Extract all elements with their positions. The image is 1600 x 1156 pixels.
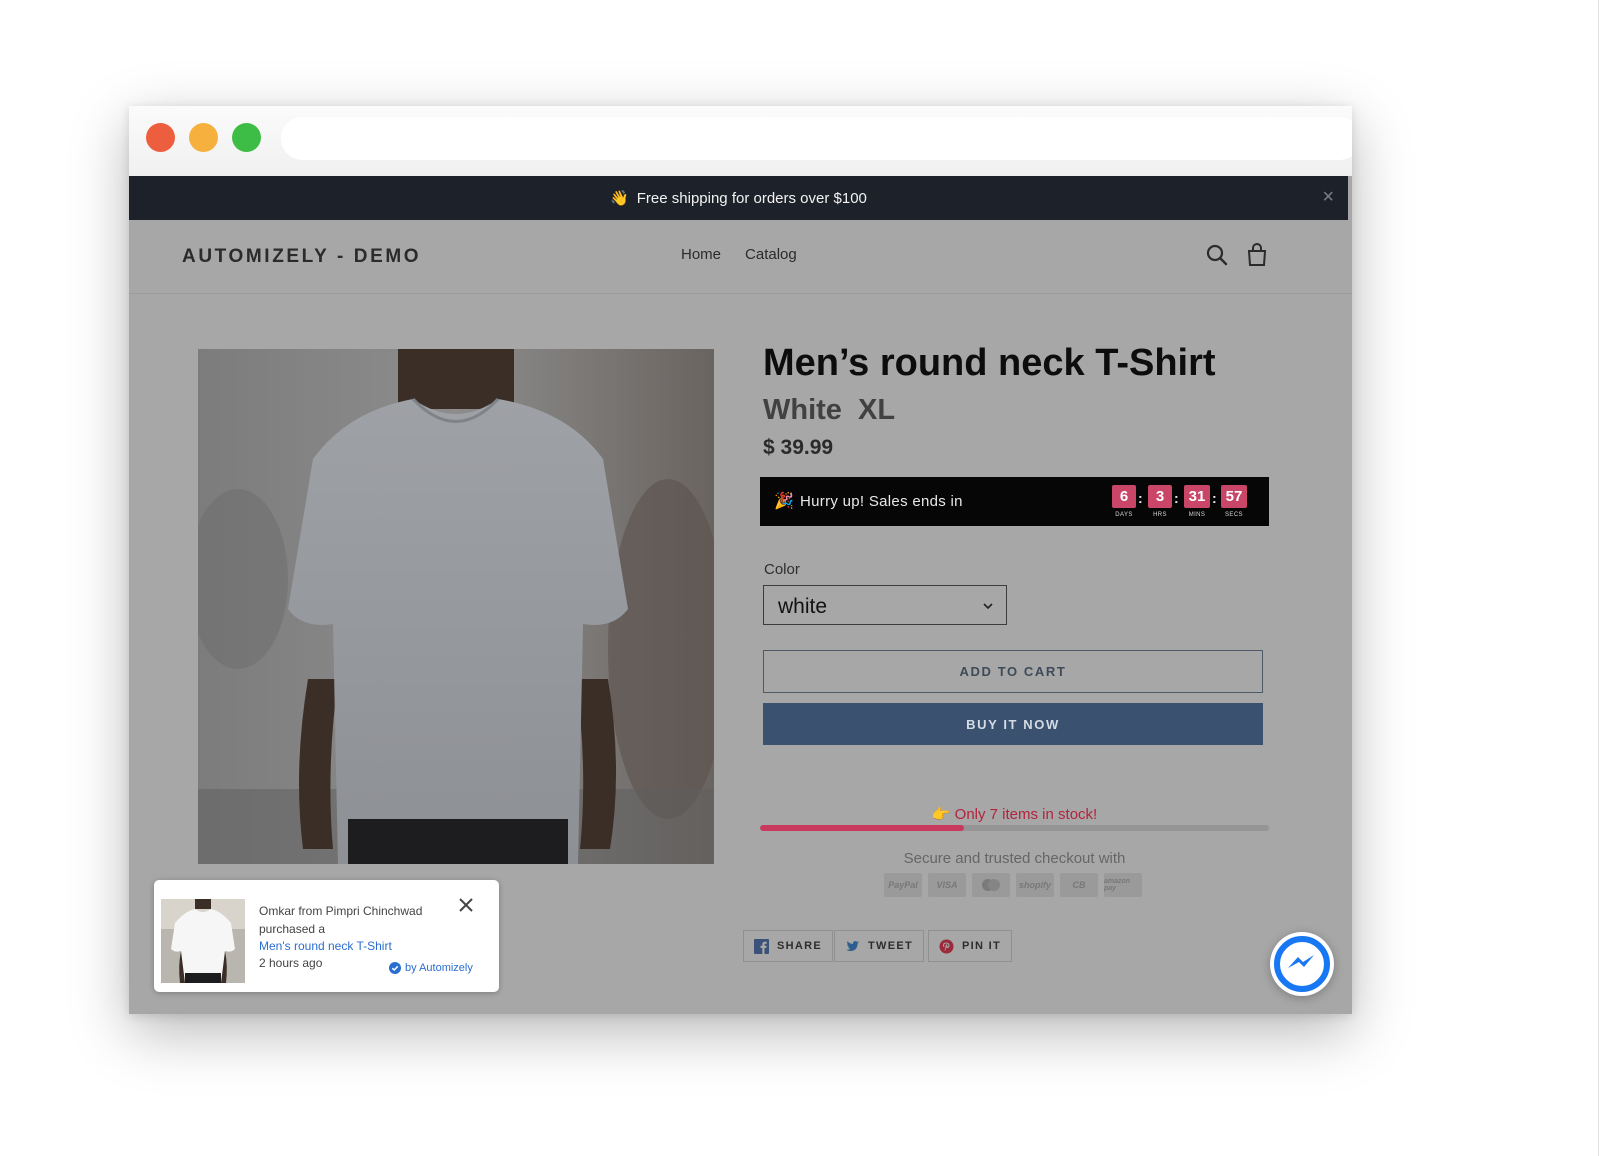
color-select-value: white (778, 595, 828, 618)
store-logo[interactable]: AUTOMIZELY - DEMO (182, 246, 421, 268)
site-header: AUTOMIZELY - DEMO Home Catalog (129, 220, 1352, 294)
tweet-label: TWEET (868, 940, 913, 952)
visa-icon: VISA (928, 873, 966, 897)
product-price: $ 39.99 (763, 436, 834, 459)
party-emoji: 🎉 (774, 493, 794, 510)
pinterest-icon (939, 939, 954, 953)
countdown-days-caption: DAYS (1115, 512, 1133, 518)
maximize-window-button[interactable] (232, 123, 261, 152)
payment-icons: PayPal VISA shopify CB amazon pay (884, 873, 1142, 897)
countdown-separator: : (1212, 490, 1217, 506)
share-label: SHARE (777, 940, 823, 952)
twitter-icon (846, 940, 859, 951)
popup-product-thumbnail[interactable] (161, 899, 245, 983)
tshirt-photo (198, 349, 714, 864)
share-pinterest-button[interactable]: PIN IT (928, 930, 1012, 962)
verified-check-icon (389, 962, 401, 974)
countdown-label: Hurry up! Sales ends in (800, 493, 963, 510)
announcement-text: Free shipping for orders over $100 (636, 189, 867, 207)
color-label: Color (764, 561, 800, 578)
countdown-days-value: 6 (1112, 485, 1136, 508)
product-variant: White XL (763, 394, 896, 426)
popup-by-label: by Automizely (405, 962, 473, 974)
main-nav: Home Catalog (681, 246, 797, 263)
countdown-separator: : (1138, 490, 1143, 506)
messenger-chat-button[interactable] (1270, 932, 1334, 996)
countdown-minutes-caption: MINS (1188, 512, 1206, 518)
popup-purchased-text: purchased a (259, 922, 326, 936)
popup-time: 2 hours ago (259, 956, 323, 970)
stock-progress-bar (760, 825, 1269, 831)
buy-now-button[interactable]: BUY IT NOW (763, 703, 1263, 745)
amazon-pay-icon: amazon pay (1104, 873, 1142, 897)
pointing-emoji: 👉 (931, 806, 951, 823)
tshirt-thumbnail-photo (161, 899, 245, 983)
countdown-hours-caption: HRS (1153, 512, 1167, 518)
messenger-icon (1274, 936, 1330, 992)
stock-progress-fill (760, 825, 964, 831)
product-title: Men’s round neck T-Shirt (763, 342, 1216, 384)
popup-product-link[interactable]: Men's round neck T-Shirt (259, 939, 392, 953)
cart-icon[interactable] (1244, 242, 1270, 268)
close-icon[interactable]: × (1322, 187, 1334, 207)
countdown-days: 6 DAYS (1112, 485, 1136, 518)
close-icon[interactable] (457, 896, 475, 914)
add-to-cart-button[interactable]: ADD TO CART (763, 650, 1263, 693)
stock-message: 👉 Only 7 items in stock! (760, 805, 1269, 823)
stock-text: Only 7 items in stock! (954, 806, 1098, 823)
browser-window: 👋 Free shipping for orders over $100 × A… (129, 106, 1352, 1014)
search-icon[interactable] (1204, 242, 1230, 268)
chevron-down-icon (983, 603, 993, 610)
nav-home[interactable]: Home (681, 246, 721, 263)
color-select[interactable]: white (763, 585, 1007, 625)
mastercard-icon (972, 873, 1010, 897)
pin-label: PIN IT (962, 940, 1001, 952)
countdown-seconds: 57 SECS (1221, 485, 1247, 518)
cb-icon: CB (1060, 873, 1098, 897)
share-twitter-button[interactable]: TWEET (834, 930, 924, 962)
browser-titlebar (129, 106, 1352, 176)
address-bar[interactable] (281, 117, 1352, 160)
countdown-minutes: 31 MINS (1184, 485, 1210, 518)
close-window-button[interactable] (146, 123, 175, 152)
minimize-window-button[interactable] (189, 123, 218, 152)
countdown-hours: 3 HRS (1148, 485, 1172, 518)
announcement-bar: 👋 Free shipping for orders over $100 × (129, 176, 1348, 220)
countdown-minutes-value: 31 (1184, 485, 1210, 508)
secure-checkout-text: Secure and trusted checkout with (903, 850, 1126, 867)
shopify-pay-icon: shopify (1016, 873, 1054, 897)
countdown-seconds-caption: SECS (1225, 512, 1243, 518)
nav-catalog[interactable]: Catalog (745, 246, 797, 263)
countdown-separator: : (1174, 490, 1179, 506)
popup-by-automizely[interactable]: by Automizely (389, 962, 473, 974)
countdown-seconds-value: 57 (1221, 485, 1247, 508)
share-facebook-button[interactable]: SHARE (743, 930, 834, 962)
edge-line (1598, 0, 1599, 1156)
store-page: 👋 Free shipping for orders over $100 × A… (129, 176, 1352, 1014)
popup-buyer-text: Omkar from Pimpri Chinchwad (259, 904, 423, 918)
facebook-icon (754, 938, 769, 954)
countdown-timer: 🎉 Hurry up! Sales ends in 6 DAYS : 3 HRS… (760, 477, 1269, 526)
countdown-hours-value: 3 (1148, 485, 1172, 508)
paypal-icon: PayPal (884, 873, 922, 897)
wave-emoji: 👋 (610, 190, 629, 207)
product-image[interactable] (198, 349, 714, 864)
sales-notification-popup[interactable]: Omkar from Pimpri Chinchwad purchased a … (154, 880, 499, 992)
